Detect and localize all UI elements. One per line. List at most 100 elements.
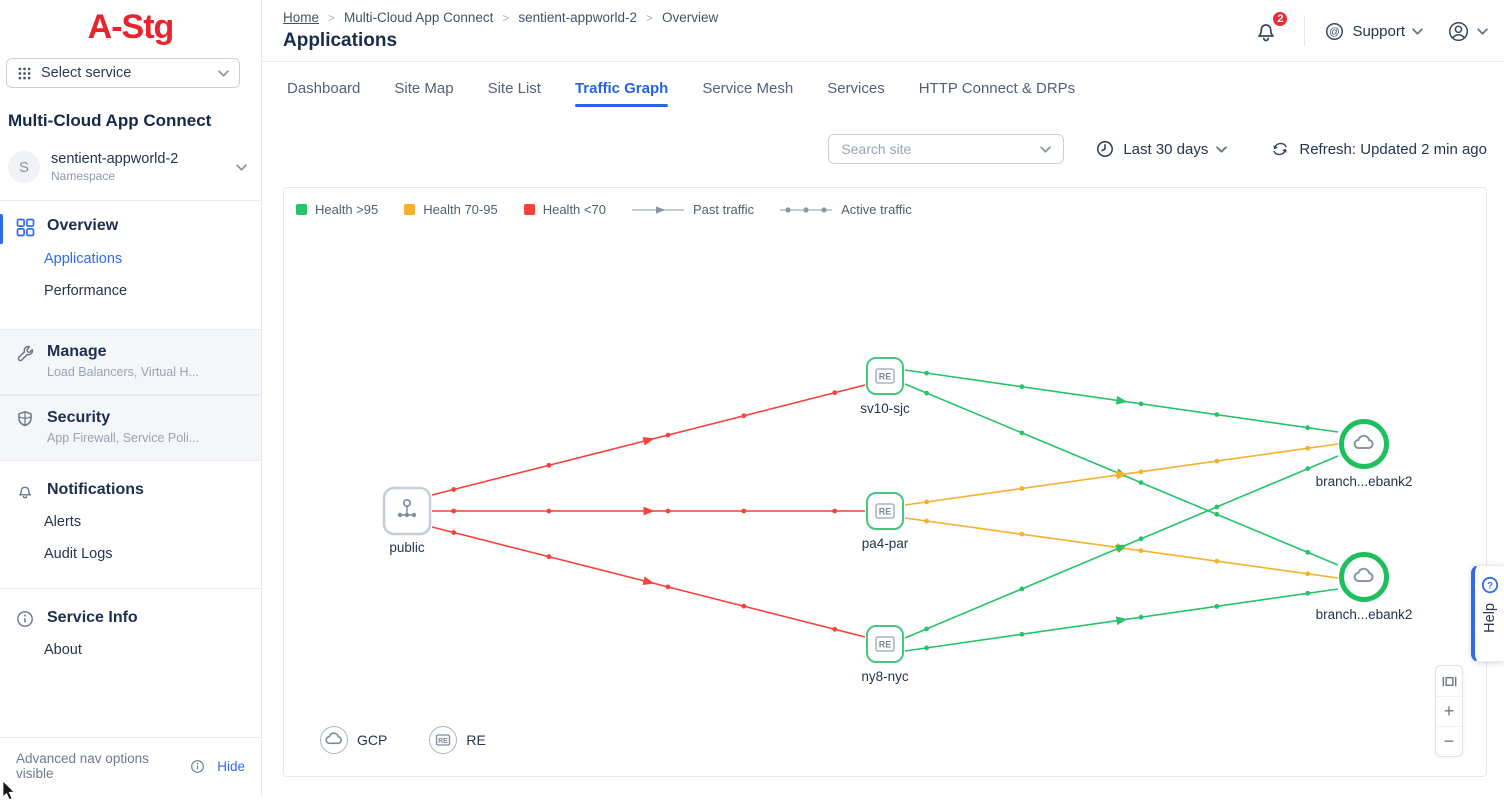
sidebar-section-notifications[interactable]: Notifications [0, 481, 261, 500]
section-title: Manage [47, 343, 107, 360]
graph-node-public[interactable]: public [384, 488, 430, 555]
graph-edge-sv10-sjc-to-branch-ebank2-a[interactable] [905, 370, 1338, 432]
sidebar-section-overview[interactable]: Overview [0, 217, 261, 237]
brand-logo: A-Stg [0, 8, 261, 47]
user-account-menu[interactable] [1447, 20, 1488, 43]
graph-legend: Health >95Health 70-95Health <70Past tra… [296, 202, 938, 217]
sidebar: A-Stg Select service Multi-Cloud App Con… [0, 0, 262, 797]
svg-text:sv10-sjc: sv10-sjc [860, 401, 910, 416]
help-tab[interactable]: ? Help [1471, 565, 1504, 662]
breadcrumb-item[interactable]: Overview [662, 10, 718, 25]
tab-traffic-graph[interactable]: Traffic Graph [575, 74, 668, 109]
namespace-avatar: S [8, 151, 40, 183]
svg-text:RE: RE [438, 738, 448, 745]
node-type-label: GCP [357, 732, 387, 748]
svg-text:RE: RE [879, 372, 892, 382]
tab-service-mesh[interactable]: Service Mesh [702, 74, 793, 109]
sidebar-section-security[interactable]: SecurityApp Firewall, Service Poli... [0, 409, 261, 445]
legend-label: Past traffic [693, 202, 754, 217]
fit-to-screen-button[interactable] [1436, 666, 1462, 696]
tab-bar: Dashboard Site Map Site List Traffic Graph S… [262, 62, 1504, 120]
breadcrumb-separator: > [328, 11, 335, 25]
tab-http-connect-drps[interactable]: HTTP Connect & DRPs [919, 74, 1075, 109]
time-range-dropdown[interactable]: Last 30 days [1096, 140, 1227, 158]
refresh-status: Refresh: Updated 2 min ago [1299, 141, 1487, 158]
tab-site-list[interactable]: Site List [488, 74, 541, 109]
namespace-selector[interactable]: S sentient-appworld-2 Namespace [8, 151, 253, 183]
refresh-icon [1271, 140, 1289, 158]
graph-edge-public-to-sv10-sjc[interactable] [432, 385, 865, 495]
graph-node-branch-ebank2-b[interactable]: branch...ebank2 [1316, 555, 1413, 623]
legend-item: Active traffic [780, 202, 912, 217]
chevron-down-icon [1216, 146, 1227, 153]
sidebar-item-applications[interactable]: Applications [44, 243, 261, 275]
chevron-down-icon [218, 70, 229, 77]
zoom-out-button[interactable]: − [1436, 726, 1462, 756]
select-service-dropdown[interactable]: Select service [6, 58, 240, 88]
tab-dashboard[interactable]: Dashboard [287, 74, 360, 109]
topbar-divider [1304, 16, 1305, 46]
section-title: Security [47, 409, 110, 426]
search-site-dropdown[interactable]: Search site [828, 134, 1064, 164]
sidebar-item-alerts[interactable]: Alerts [44, 506, 261, 538]
grid4-icon [16, 218, 36, 237]
sidebar-nav: Overview ApplicationsPerformance Manage Loa… [0, 217, 261, 666]
sidebar-section-manage[interactable]: Manage Load Balancers, Virtual H... [0, 343, 261, 379]
legend-swatch [296, 204, 307, 215]
mouse-cursor [2, 781, 19, 801]
legend-swatch [404, 204, 415, 215]
traffic-graph-canvas[interactable]: public RE sv10-sjc REpa4-par REny8-nyc branch… [284, 188, 1486, 776]
node-type-legend: GCP RE RE [320, 726, 528, 754]
graph-edge-ny8-nyc-to-branch-ebank2-b[interactable] [905, 589, 1338, 651]
graph-edge-public-to-pa4-par[interactable] [432, 507, 865, 516]
legend-item: Past traffic [632, 202, 754, 217]
help-label: Help [1482, 603, 1498, 633]
info-icon [190, 759, 205, 774]
graph-node-sv10-sjc[interactable]: RE sv10-sjc [860, 358, 910, 416]
section-subtitle: Load Balancers, Virtual H... [47, 365, 199, 379]
tab-site-map[interactable]: Site Map [394, 74, 453, 109]
legend-label: Health <70 [543, 202, 606, 217]
sidebar-section-service-info[interactable]: Service Info [0, 609, 261, 628]
traffic-graph-panel: Health >95Health 70-95Health <70Past tra… [283, 187, 1487, 777]
svg-text:@: @ [1330, 26, 1341, 38]
re-icon: RE [429, 726, 457, 754]
clock-icon [1096, 140, 1114, 158]
refresh-button[interactable]: Refresh: Updated 2 min ago [1271, 140, 1487, 158]
section-title: Notifications [47, 481, 144, 498]
node-type-label: RE [466, 732, 485, 748]
tab-services[interactable]: Services [827, 74, 885, 109]
graph-node-ny8-nyc[interactable]: REny8-nyc [861, 626, 909, 684]
breadcrumb-item[interactable]: Multi-Cloud App Connect [344, 10, 493, 25]
graph-edge-pa4-par-to-branch-ebank2-a[interactable] [905, 444, 1338, 505]
chevron-down-icon [236, 164, 247, 171]
sidebar-item-about[interactable]: About [44, 634, 261, 666]
product-title: Multi-Cloud App Connect [8, 111, 253, 131]
sidebar-item-audit-logs[interactable]: Audit Logs [44, 538, 261, 570]
graph-edge-ny8-nyc-to-branch-ebank2-a[interactable] [905, 456, 1338, 638]
section-title: Service Info [47, 609, 138, 626]
section-title: Overview [47, 217, 118, 234]
hide-advanced-nav-link[interactable]: Hide [217, 759, 245, 774]
notifications-bell-button[interactable]: 2 [1250, 15, 1282, 47]
chevron-down-icon [1040, 146, 1051, 153]
sidebar-item-performance[interactable]: Performance [44, 275, 261, 307]
support-menu[interactable]: @ Support [1325, 22, 1423, 41]
question-icon: ? [1481, 576, 1499, 594]
user-icon [1447, 20, 1470, 43]
legend-item: Health <70 [524, 202, 606, 217]
breadcrumb-item[interactable]: Home [283, 10, 319, 25]
namespace-name: sentient-appworld-2 [51, 151, 178, 167]
active-traffic-line-icon [780, 205, 832, 215]
graph-node-pa4-par[interactable]: REpa4-par [862, 493, 909, 551]
cloud-icon [320, 726, 348, 754]
svg-text:branch...ebank2: branch...ebank2 [1316, 607, 1413, 622]
select-service-label: Select service [41, 65, 131, 81]
svg-text:public: public [389, 540, 425, 555]
breadcrumb-item[interactable]: sentient-appworld-2 [518, 10, 637, 25]
support-label: Support [1352, 23, 1405, 40]
zoom-in-button[interactable]: + [1436, 696, 1462, 726]
topbar: Home>Multi-Cloud App Connect>sentient-ap… [262, 0, 1504, 62]
graph-edge-public-to-ny8-nyc[interactable] [432, 527, 865, 637]
main-content: Home>Multi-Cloud App Connect>sentient-ap… [262, 0, 1504, 797]
